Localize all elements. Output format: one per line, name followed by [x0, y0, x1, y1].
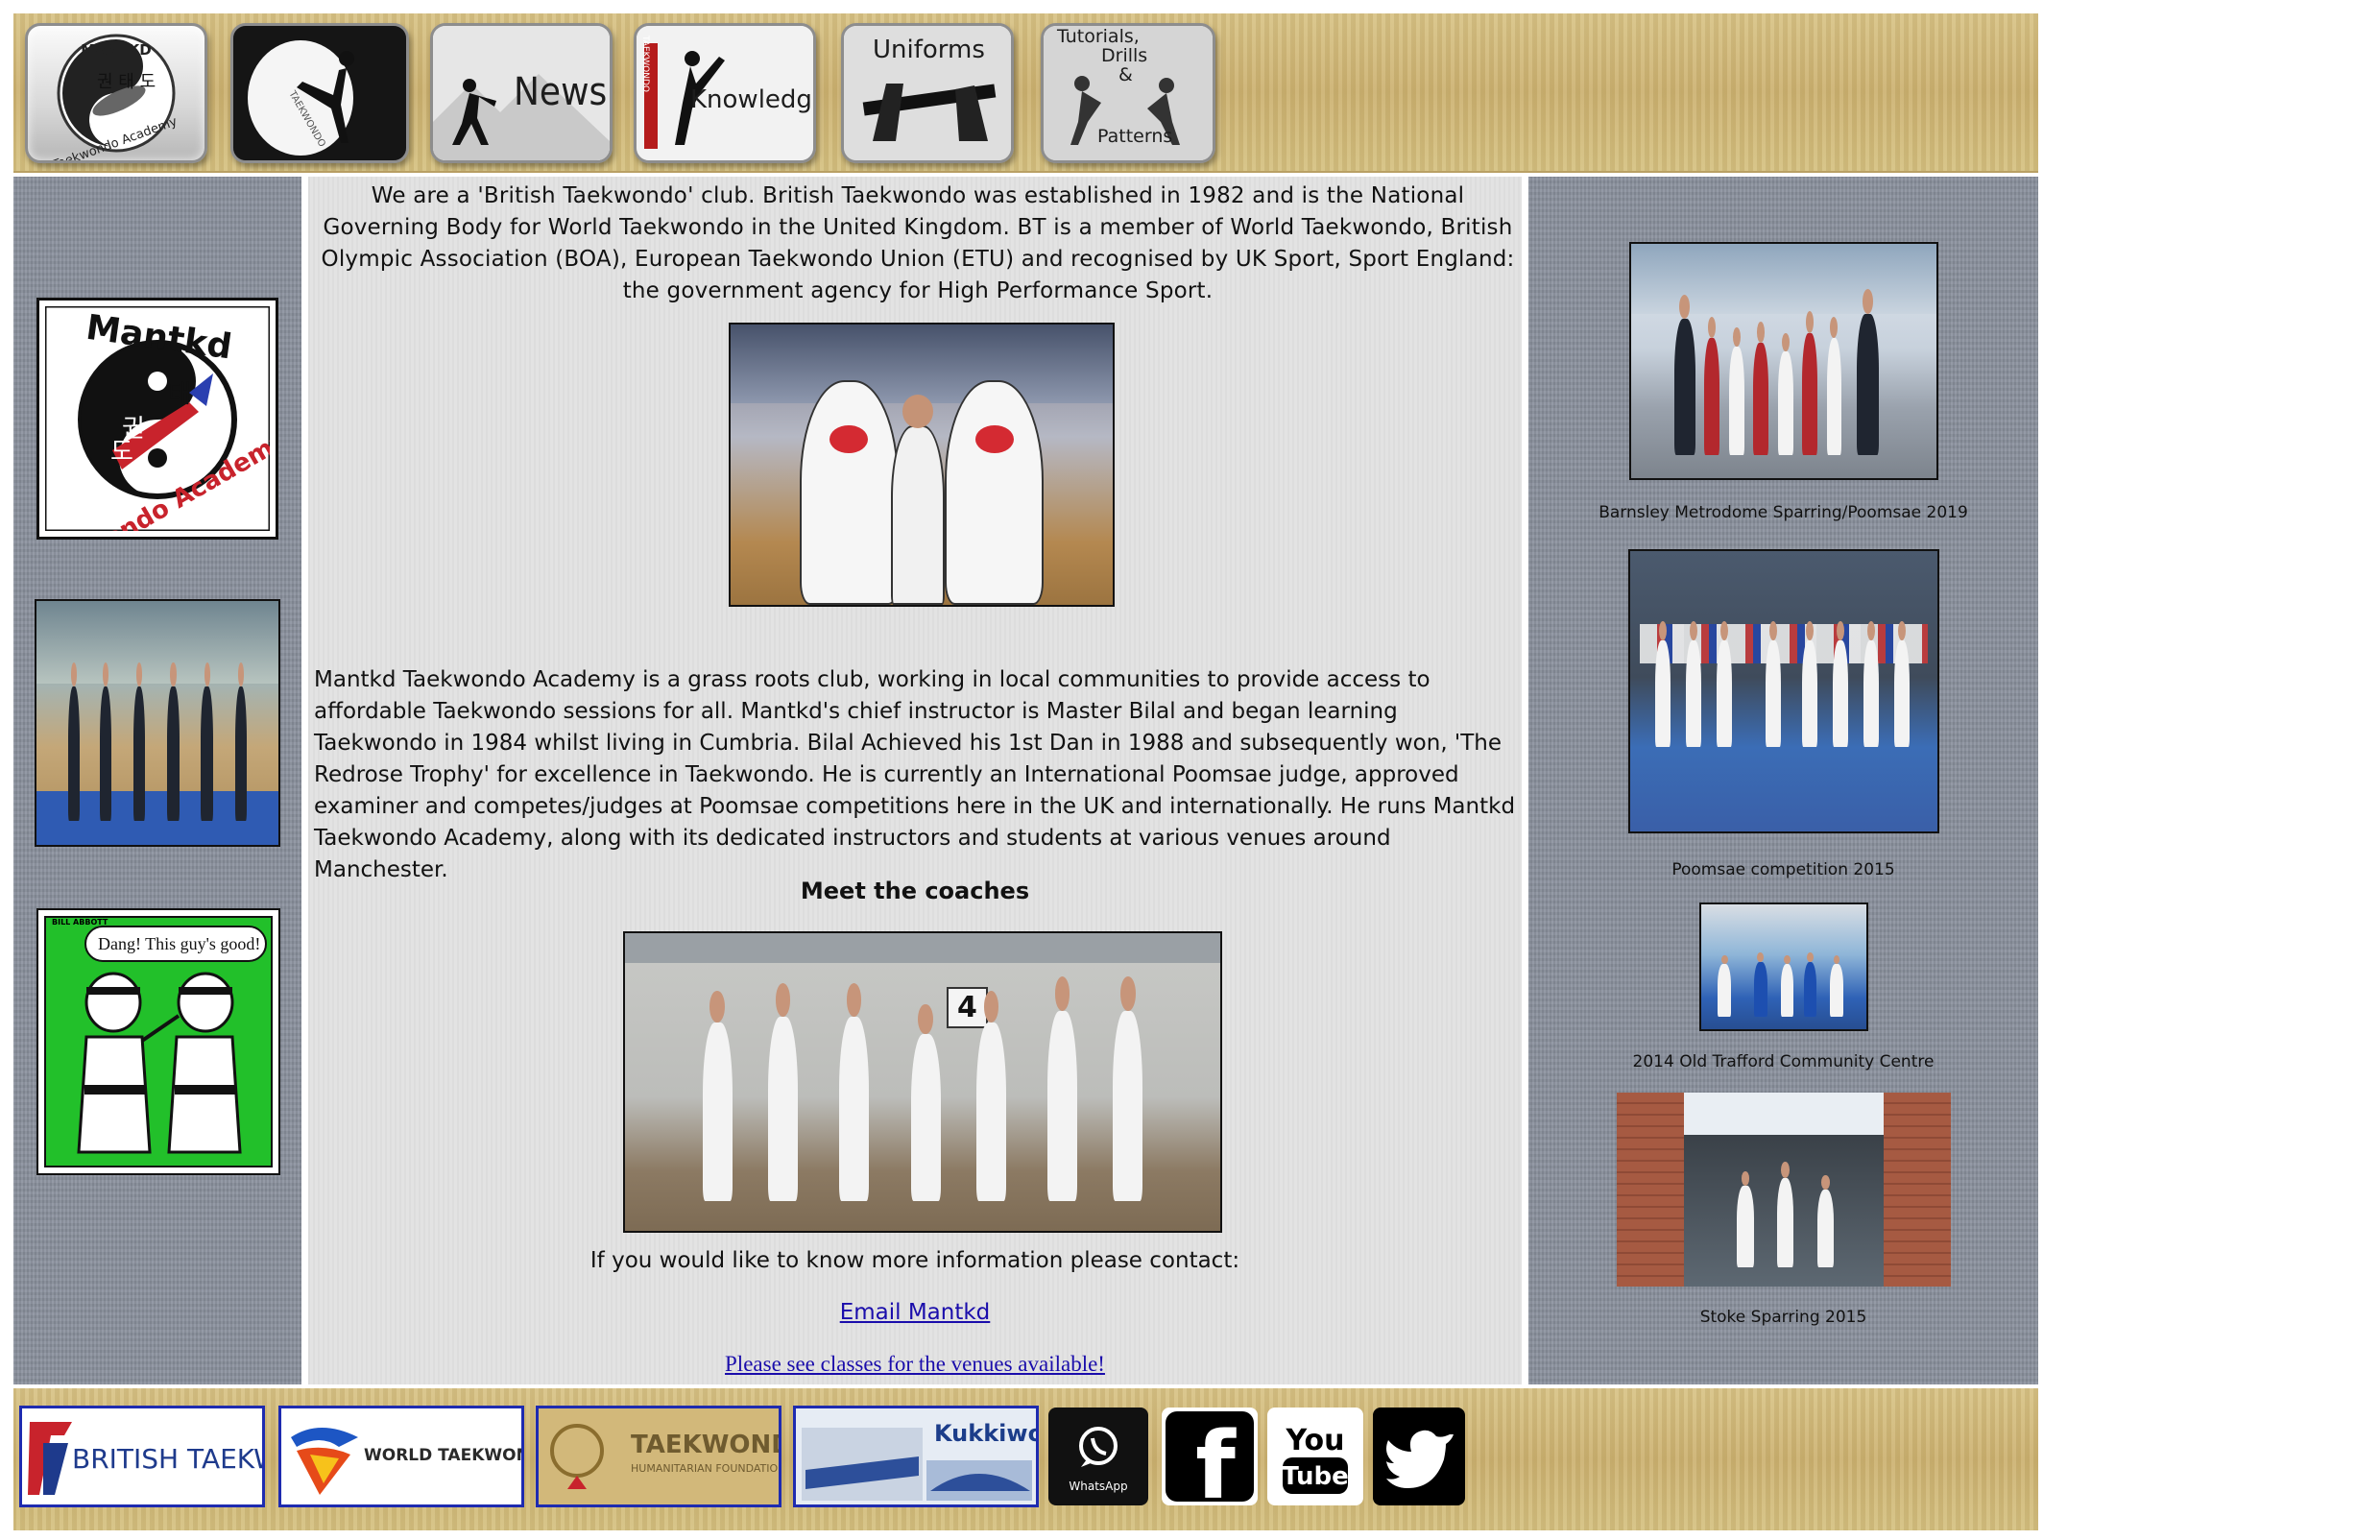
nav-knowledge-label: Knowledge [690, 85, 816, 114]
nav-uniforms-button[interactable]: Uniforms [841, 23, 1014, 163]
svg-text:WORLD TAEKWONDO: WORLD TAEKWONDO [364, 1446, 521, 1465]
footer-logo-banner: BRITISH TAEKWONDO WORLD TAEKWONDO TAEKWO… [13, 1388, 2038, 1530]
poomsae-competition-photo [1628, 549, 1939, 833]
old-trafford-photo [1699, 902, 1868, 1031]
svg-text:WhatsApp: WhatsApp [1069, 1480, 1127, 1493]
cartoon-fighters-icon [77, 972, 242, 1154]
referees-photo [35, 599, 280, 847]
twitter-link[interactable] [1373, 1408, 1465, 1505]
venues-link-wrapper: Please see classes for the venues availa… [308, 1352, 1522, 1377]
nav-news-label: News [514, 70, 608, 114]
svg-text:권 태 도: 권 태 도 [97, 72, 156, 92]
whatsapp-link[interactable]: WhatsApp [1048, 1408, 1148, 1505]
stoke-photo [1617, 1093, 1951, 1287]
nav-tutorials-button[interactable]: Tutorials, Drills & Patterns [1041, 23, 1215, 163]
mantkd-logo-icon: MANTKD 권 태 도 Taekwondo Academy [50, 34, 180, 160]
facebook-icon: f [1166, 1411, 1254, 1520]
logo-top-text: MANTKD [81, 41, 151, 59]
youtube-link[interactable]: You Tube [1267, 1408, 1363, 1505]
kukkiwon-building-icon: Kukkiwon [802, 1420, 1036, 1501]
svg-text:BRITISH TAEKWONDO: BRITISH TAEKWONDO [72, 1443, 262, 1475]
british-taekwondo-mark-icon: BRITISH TAEKWONDO [28, 1422, 262, 1495]
main-content: We are a 'British Taekwondo' club. Briti… [305, 177, 1525, 1384]
whatsapp-icon: WhatsApp [1069, 1427, 1128, 1493]
twitter-bird-icon [1386, 1430, 1454, 1488]
facebook-link[interactable]: f [1162, 1408, 1258, 1520]
mantkd-academy-logo-icon: Mantkd 태 권 도 Taekwondo Academy [24, 304, 293, 597]
about-paragraph: Mantkd Taekwondo Academy is a grass root… [314, 667, 1516, 882]
top-nav-banner: MANTKD 권 태 도 Taekwondo Academy TAEKWONDO… [13, 13, 2038, 173]
cartoon-image: BILL ABBOTT Dang! This guy's good! [36, 908, 280, 1175]
email-mantkd-link[interactable]: Email Mantkd [840, 1300, 991, 1325]
svg-text:f: f [1195, 1412, 1237, 1505]
nav-knowledge-button[interactable]: TAEKWONDO Knowledge [634, 23, 816, 163]
contact-text: If you would like to know more informati… [589, 1248, 1240, 1273]
mascots-photo [729, 323, 1115, 607]
caption-old-trafford: 2014 Old Trafford Community Centre [1632, 1052, 1935, 1071]
svg-text:You: You [1286, 1424, 1345, 1457]
right-sidebar: Barnsley Metrodome Sparring/Poomsae 2019… [1528, 177, 2038, 1384]
nav-tutorials-label: Patterns [1097, 126, 1173, 147]
svg-text:Kukkiwon: Kukkiwon [934, 1420, 1036, 1447]
humanitarian-foundation-mark-icon: TAEKWONDO HUMANITARIAN FOUNDATION [550, 1424, 779, 1489]
svg-text:HUMANITARIAN FOUNDATION: HUMANITARIAN FOUNDATION [631, 1462, 779, 1475]
svg-text:TAEKWONDO: TAEKWONDO [631, 1431, 779, 1459]
barnsley-photo [1629, 242, 1938, 480]
classes-venues-link[interactable]: Please see classes for the venues availa… [725, 1352, 1105, 1376]
email-link-wrapper: Email Mantkd [308, 1300, 1522, 1325]
nav-news-button[interactable]: News [430, 23, 613, 163]
meet-coaches-heading: Meet the coaches [800, 878, 1030, 904]
world-taekwondo-logo[interactable]: WORLD TAEKWONDO [278, 1406, 524, 1507]
caption-stoke: Stoke Sparring 2015 [1699, 1308, 1867, 1327]
speech-bubble: Dang! This guy's good! [84, 926, 267, 962]
caption-poomsae: Poomsae competition 2015 [1671, 860, 1895, 879]
kicking-silhouette-icon: TAEKWONDO [233, 26, 406, 160]
coaches-photo: 4 [623, 931, 1222, 1233]
left-sidebar: Mantkd 태 권 도 Taekwondo Academy BILL ABBO… [13, 177, 301, 1384]
svg-text:Tube: Tube [1282, 1462, 1349, 1491]
world-taekwondo-mark-icon: WORLD TAEKWONDO [291, 1428, 521, 1495]
intro-paragraph: We are a 'British Taekwondo' club. Briti… [321, 183, 1515, 303]
nav-uniforms-label: Uniforms [873, 36, 985, 64]
svg-text:도: 도 [110, 438, 133, 467]
nav-home-logo-button[interactable]: MANTKD 권 태 도 Taekwondo Academy [25, 23, 207, 163]
court-sign: 4 [946, 986, 989, 1029]
british-taekwondo-logo[interactable]: BRITISH TAEKWONDO [19, 1406, 265, 1507]
svg-text:태: 태 [168, 380, 191, 409]
taekwondo-humanitarian-logo[interactable]: TAEKWONDO HUMANITARIAN FOUNDATION [536, 1406, 781, 1507]
caption-barnsley: Barnsley Metrodome Sparring/Poomsae 2019 [1599, 503, 1968, 522]
nav-taekwondo-button[interactable]: TAEKWONDO [230, 23, 409, 163]
youtube-icon: You Tube [1282, 1424, 1349, 1494]
club-logo-image: Mantkd 태 권 도 Taekwondo Academy [24, 298, 293, 597]
kukkiwon-logo[interactable]: Kukkiwon [793, 1406, 1039, 1507]
